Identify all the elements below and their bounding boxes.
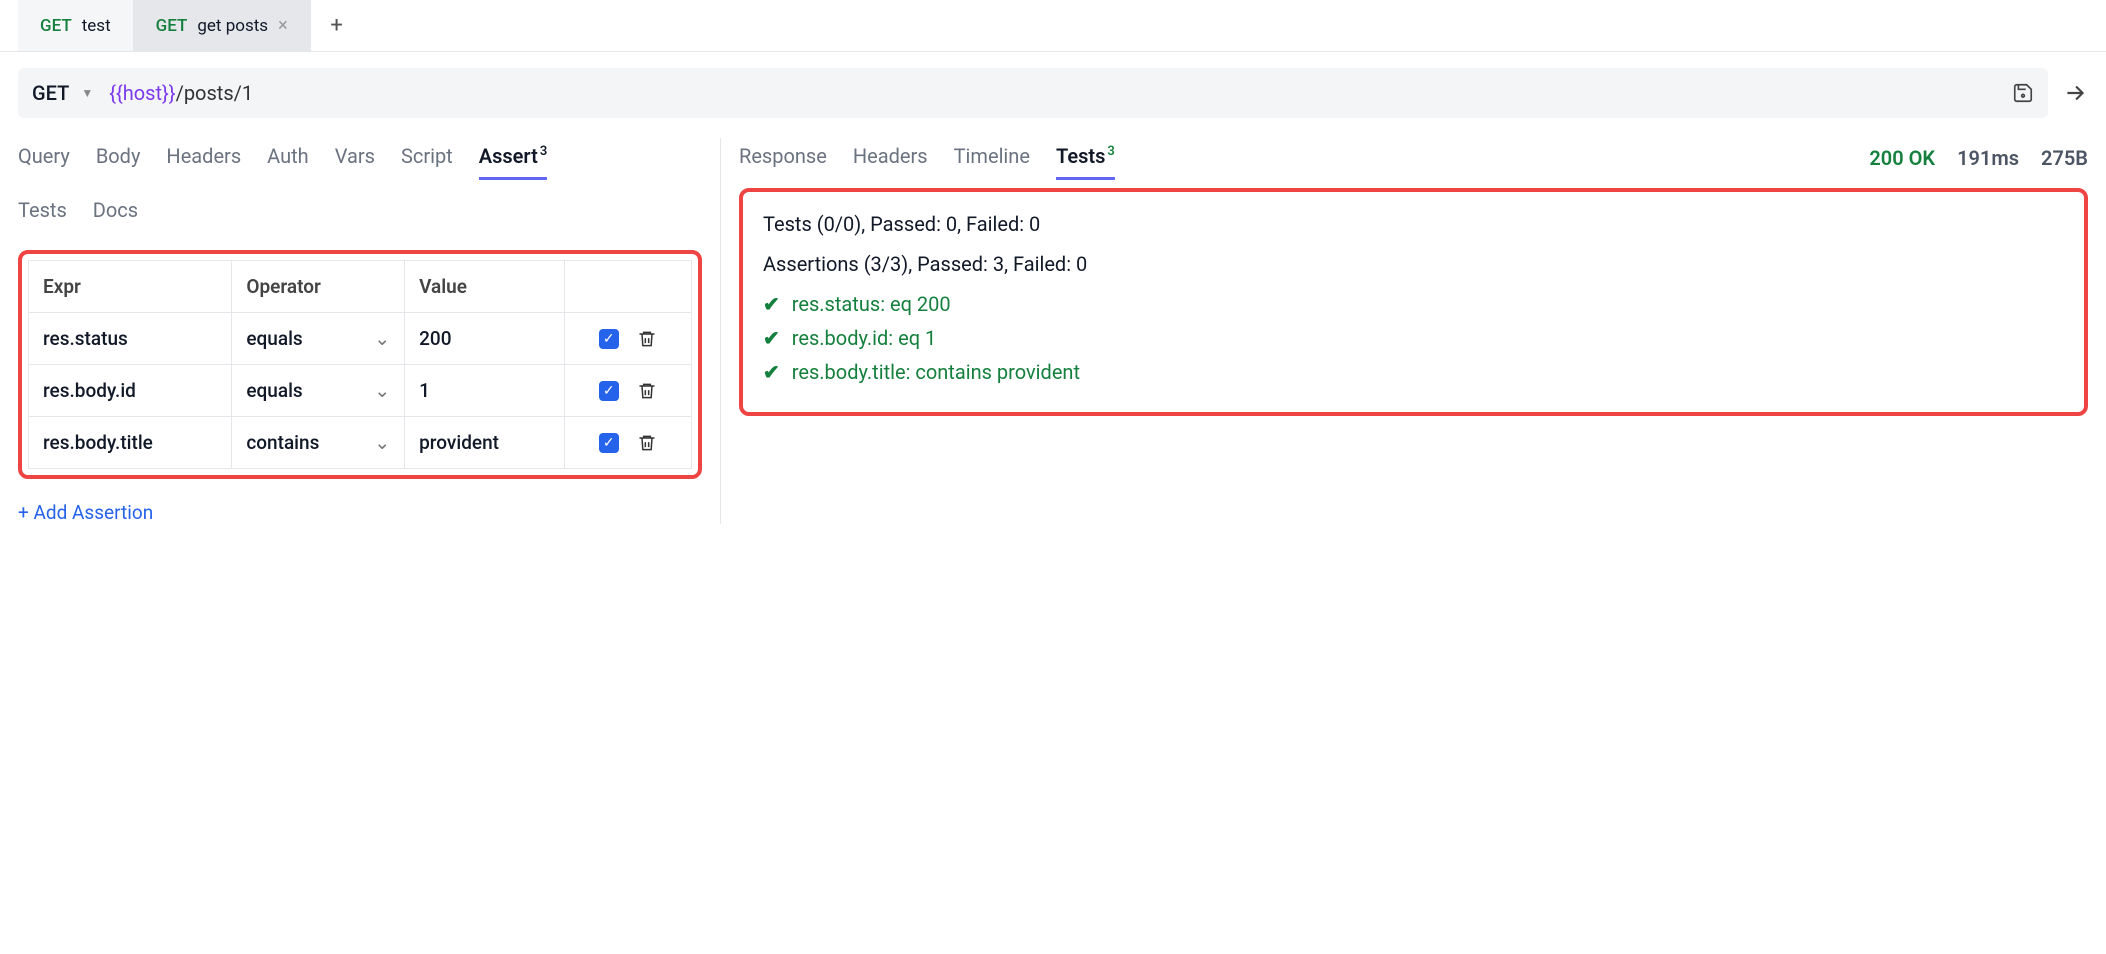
enabled-checkbox[interactable]: ✓: [599, 433, 619, 453]
table-row: res.status equals ⌄ 200 ✓: [29, 313, 692, 365]
chevron-down-icon: ▼: [81, 86, 93, 100]
tab-assert[interactable]: Assert3: [479, 138, 548, 178]
chevron-down-icon: ⌄: [374, 379, 390, 402]
operator-value: equals: [246, 327, 302, 350]
url-bar: GET ▼ {{host}}/posts/1: [18, 68, 2048, 118]
response-panel: Response Headers Timeline Tests3 200 OK …: [720, 138, 2106, 524]
asserts-summary: Assertions (3/3), Passed: 3, Failed: 0: [763, 252, 2064, 276]
tab-test[interactable]: GET test: [18, 0, 134, 51]
tab-query[interactable]: Query: [18, 138, 70, 178]
url-path: /posts/1: [176, 81, 254, 105]
status-badge: 200 OK: [1869, 146, 1935, 170]
tab-script[interactable]: Script: [401, 138, 453, 178]
operator-select[interactable]: contains ⌄: [246, 431, 390, 454]
url-input[interactable]: {{host}}/posts/1: [109, 81, 253, 105]
send-icon[interactable]: [2062, 80, 2088, 106]
tab-tests[interactable]: Tests: [18, 192, 67, 232]
request-tabs-row2: Tests Docs: [18, 192, 702, 232]
value-input[interactable]: provident: [419, 431, 499, 454]
tab-assert-label: Assert: [479, 144, 538, 168]
operator-value: contains: [246, 431, 319, 454]
tab-label: test: [82, 16, 111, 36]
url-bar-wrap: GET ▼ {{host}}/posts/1: [0, 52, 2106, 138]
col-value: Value: [405, 261, 564, 313]
results-highlight: Tests (0/0), Passed: 0, Failed: 0 Assert…: [739, 188, 2088, 416]
check-icon: ✔: [763, 360, 780, 384]
trash-icon[interactable]: [637, 433, 657, 453]
result-line: ✔ res.status: eq 200: [763, 292, 2064, 316]
add-tab-button[interactable]: +: [311, 0, 363, 51]
expr-input[interactable]: res.status: [43, 327, 128, 350]
col-operator: Operator: [232, 261, 405, 313]
method-label: GET: [32, 81, 69, 105]
tests-summary: Tests (0/0), Passed: 0, Failed: 0: [763, 212, 2064, 236]
tab-auth[interactable]: Auth: [267, 138, 309, 178]
close-icon[interactable]: ×: [278, 17, 288, 35]
result-text: res.body.id: eq 1: [792, 326, 937, 350]
table-row: res.body.id equals ⌄ 1 ✓: [29, 365, 692, 417]
tab-label: get posts: [197, 16, 268, 36]
result-text: res.status: eq 200: [792, 292, 951, 316]
tab-method: GET: [40, 16, 72, 36]
check-icon: ✔: [763, 292, 780, 316]
operator-select[interactable]: equals ⌄: [246, 379, 390, 402]
tab-resp-headers[interactable]: Headers: [853, 138, 928, 178]
request-tabs: Query Body Headers Auth Vars Script Asse…: [18, 138, 702, 178]
response-tabs: Response Headers Timeline Tests3 200 OK …: [739, 138, 2088, 178]
method-select[interactable]: GET ▼: [32, 81, 93, 105]
value-input[interactable]: 1: [419, 379, 430, 402]
tab-docs[interactable]: Docs: [93, 192, 138, 232]
tab-assert-count: 3: [540, 144, 547, 159]
tab-body[interactable]: Body: [96, 138, 141, 178]
tab-response[interactable]: Response: [739, 138, 827, 178]
enabled-checkbox[interactable]: ✓: [599, 381, 619, 401]
response-time: 191ms: [1957, 146, 2019, 170]
tab-method: GET: [156, 16, 188, 36]
col-actions: [564, 261, 691, 313]
tab-get-posts[interactable]: GET get posts ×: [134, 0, 311, 51]
chevron-down-icon: ⌄: [374, 327, 390, 350]
operator-value: equals: [246, 379, 302, 402]
tab-vars[interactable]: Vars: [335, 138, 375, 178]
expr-input[interactable]: res.body.title: [43, 431, 153, 454]
expr-input[interactable]: res.body.id: [43, 379, 136, 402]
check-icon: ✔: [763, 326, 780, 350]
tab-resp-tests-label: Tests: [1056, 144, 1105, 168]
enabled-checkbox[interactable]: ✓: [599, 329, 619, 349]
col-expr: Expr: [29, 261, 232, 313]
trash-icon[interactable]: [637, 381, 657, 401]
operator-select[interactable]: equals ⌄: [246, 327, 390, 350]
request-panel: Query Body Headers Auth Vars Script Asse…: [0, 138, 720, 524]
tab-resp-tests[interactable]: Tests3: [1056, 138, 1115, 178]
url-variable: {{host}}: [109, 81, 175, 105]
response-size: 275B: [2041, 146, 2088, 170]
result-line: ✔ res.body.id: eq 1: [763, 326, 2064, 350]
tab-resp-tests-count: 3: [1107, 144, 1114, 159]
trash-icon[interactable]: [637, 329, 657, 349]
save-icon[interactable]: [2012, 82, 2034, 104]
table-row: res.body.title contains ⌄ provident ✓: [29, 417, 692, 469]
chevron-down-icon: ⌄: [374, 431, 390, 454]
tab-headers[interactable]: Headers: [166, 138, 241, 178]
assert-table: Expr Operator Value res.status equals ⌄: [28, 260, 692, 469]
assert-highlight: Expr Operator Value res.status equals ⌄: [18, 250, 702, 479]
tab-bar: GET test GET get posts × +: [0, 0, 2106, 52]
result-text: res.body.title: contains provident: [792, 360, 1080, 384]
value-input[interactable]: 200: [419, 327, 451, 350]
response-meta: 200 OK 191ms 275B: [1869, 146, 2088, 170]
result-line: ✔ res.body.title: contains provident: [763, 360, 2064, 384]
tab-timeline[interactable]: Timeline: [954, 138, 1030, 178]
add-assertion-button[interactable]: + Add Assertion: [18, 501, 702, 524]
